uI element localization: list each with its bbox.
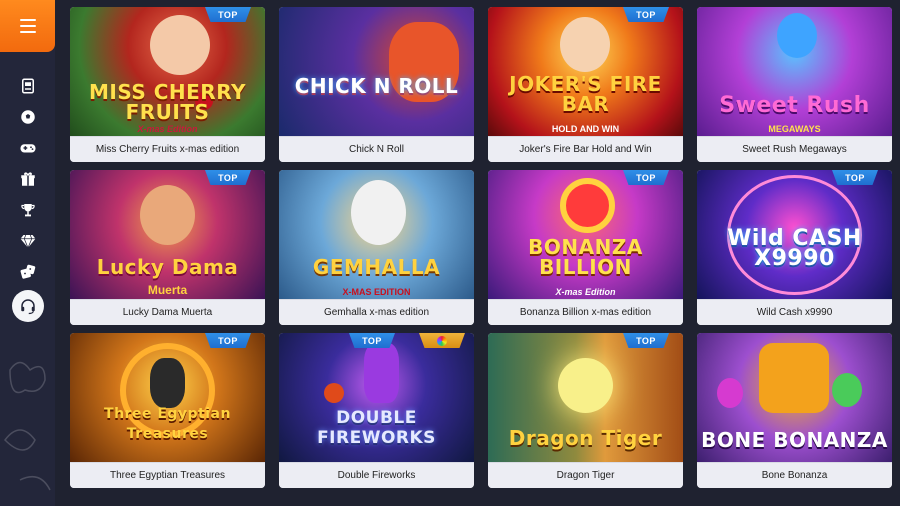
nav-dice[interactable]	[0, 256, 55, 287]
game-title: Three Egyptian Treasures	[70, 462, 265, 488]
trophy-icon	[20, 203, 35, 216]
top-badge: TOP	[623, 333, 669, 348]
game-logo-sub: Muerta	[147, 283, 188, 297]
sidebar	[0, 0, 55, 506]
game-card[interactable]: GEMHALLA X-MAS EDITION Gemhalla x-mas ed…	[279, 170, 474, 325]
game-title: Sweet Rush Megaways	[697, 136, 892, 162]
game-card[interactable]: MISS CHERRY FRUITS X-mas Edition TOP Mis…	[70, 7, 265, 162]
game-title: Lucky Dama Muerta	[70, 299, 265, 325]
game-logo: BONE BONANZA	[701, 428, 888, 452]
diamond-icon	[20, 234, 35, 249]
game-logo: Lucky Dama	[96, 255, 239, 279]
top-badge: TOP	[205, 333, 251, 348]
top-badge: TOP	[205, 7, 251, 22]
gamepad-icon	[20, 143, 35, 152]
nav-vip[interactable]	[0, 225, 55, 256]
game-thumbnail: Sweet Rush MEGAWAYS	[697, 7, 892, 136]
game-logo-sub: X-mas Edition	[137, 124, 198, 134]
game-title: Gemhalla x-mas edition	[279, 299, 474, 325]
game-card[interactable]: Dragon Tiger TOP Dragon Tiger	[488, 333, 683, 488]
nav-slots[interactable]	[0, 70, 55, 101]
game-logo: DOUBLE FIREWORKS	[317, 408, 436, 448]
multicolor-badge	[419, 333, 465, 348]
hamburger-icon	[19, 19, 36, 21]
game-logo: CHICK N ROLL	[294, 74, 459, 98]
game-card[interactable]: Three Egyptian Treasures TOP Three Egypt…	[70, 333, 265, 488]
game-thumbnail: BONE BONANZA	[697, 333, 892, 462]
slot-machine-icon	[21, 78, 34, 93]
game-title: Joker's Fire Bar Hold and Win	[488, 136, 683, 162]
headset-icon	[21, 299, 35, 315]
color-wheel-icon	[437, 335, 447, 346]
game-card[interactable]: Lucky Dama Muerta TOP Lucky Dama Muerta	[70, 170, 265, 325]
game-card[interactable]: BONANZA BILLION X-mas Edition TOP Bonanz…	[488, 170, 683, 325]
game-logo-sub: X-MAS EDITION	[342, 287, 411, 297]
game-thumbnail: DOUBLE FIREWORKS	[279, 333, 474, 462]
game-title: Miss Cherry Fruits x-mas edition	[70, 136, 265, 162]
gift-icon	[20, 171, 35, 186]
game-logo: Wild CASH X9990	[727, 226, 862, 271]
soccer-ball-icon	[20, 109, 35, 124]
clover-decoration-icon	[4, 361, 51, 491]
game-card[interactable]: CHICK N ROLL Chick N Roll	[279, 7, 474, 162]
top-badge: TOP	[623, 7, 669, 22]
game-thumbnail: Three Egyptian Treasures	[70, 333, 265, 462]
dice-icon	[20, 264, 35, 279]
game-thumbnail: Lucky Dama Muerta	[70, 170, 265, 299]
support-button[interactable]	[12, 290, 44, 322]
top-badge: TOP	[205, 170, 251, 185]
game-logo-sub: MEGAWAYS	[768, 124, 821, 134]
game-thumbnail: CHICK N ROLL	[279, 7, 474, 136]
game-title: Bonanza Billion x-mas edition	[488, 299, 683, 325]
game-logo-sub: HOLD AND WIN	[551, 124, 620, 134]
nav-games[interactable]	[0, 132, 55, 163]
menu-button[interactable]	[0, 0, 55, 52]
game-logo-sub: X-mas Edition	[555, 287, 616, 297]
game-logo: Three Egyptian Treasures	[104, 406, 231, 442]
top-badge: TOP	[623, 170, 669, 185]
nav-bonuses[interactable]	[0, 163, 55, 194]
nav-sports[interactable]	[0, 101, 55, 132]
game-thumbnail: JOKER'S FIRE BAR HOLD AND WIN	[488, 7, 683, 136]
game-title: Bone Bonanza	[697, 462, 892, 488]
game-title: Double Fireworks	[279, 462, 474, 488]
game-card[interactable]: Sweet Rush MEGAWAYS Sweet Rush Megaways	[697, 7, 892, 162]
game-thumbnail: Wild CASH X9990	[697, 170, 892, 299]
game-card[interactable]: BONE BONANZA Bone Bonanza	[697, 333, 892, 488]
game-logo: GEMHALLA	[312, 255, 441, 279]
game-title: Dragon Tiger	[488, 462, 683, 488]
game-title: Chick N Roll	[279, 136, 474, 162]
game-logo: BONANZA BILLION	[528, 235, 643, 279]
sidebar-nav	[0, 70, 55, 287]
game-card[interactable]: DOUBLE FIREWORKS TOP Double Fireworks	[279, 333, 474, 488]
game-card[interactable]: Wild CASH X9990 TOP Wild Cash x9990	[697, 170, 892, 325]
game-thumbnail: MISS CHERRY FRUITS X-mas Edition	[70, 7, 265, 136]
game-logo: MISS CHERRY FRUITS	[89, 80, 246, 124]
game-thumbnail: BONANZA BILLION X-mas Edition	[488, 170, 683, 299]
top-badge: TOP	[349, 333, 395, 348]
game-thumbnail: GEMHALLA X-MAS EDITION	[279, 170, 474, 299]
game-logo: Sweet Rush	[719, 93, 870, 118]
game-thumbnail: Dragon Tiger	[488, 333, 683, 462]
game-title: Wild Cash x9990	[697, 299, 892, 325]
game-logo: Dragon Tiger	[508, 426, 663, 450]
game-logo: JOKER'S FIRE BAR	[509, 72, 662, 116]
nav-tournaments[interactable]	[0, 194, 55, 225]
game-grid: MISS CHERRY FRUITS X-mas Edition TOP Mis…	[70, 7, 892, 488]
top-badge: TOP	[832, 170, 878, 185]
game-card[interactable]: JOKER'S FIRE BAR HOLD AND WIN TOP Joker'…	[488, 7, 683, 162]
